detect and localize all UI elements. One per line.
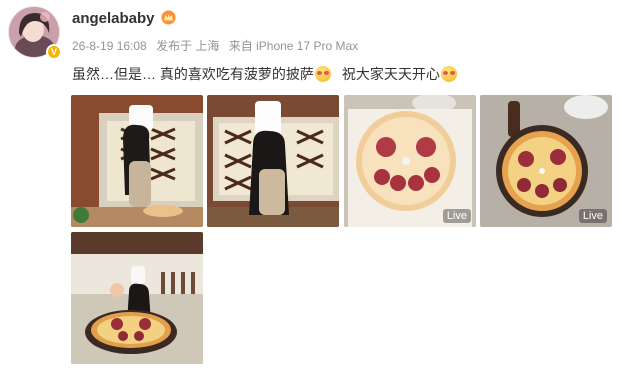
post-text-part2: 祝大家天天开心: [341, 66, 440, 82]
username[interactable]: angelababy: [72, 10, 155, 27]
post-text-part1: 虽然…但是… 真的喜欢吃有菠萝的披萨: [72, 66, 314, 82]
photo-5[interactable]: [71, 232, 203, 364]
photo-4[interactable]: Live: [480, 95, 612, 227]
live-badge: Live: [442, 209, 471, 223]
post-text: 虽然…但是… 真的喜欢吃有菠萝的披萨 祝大家天天开心: [72, 64, 460, 84]
photo-2[interactable]: [207, 95, 339, 227]
device-source: 来自 iPhone 17 Pro Max: [228, 39, 359, 53]
live-badge: Live: [578, 209, 607, 223]
photo-3[interactable]: Live: [344, 95, 476, 227]
vip-crown-icon[interactable]: [161, 10, 176, 25]
love-face-emoji: [314, 66, 331, 82]
avatar-wrap[interactable]: V: [8, 6, 62, 60]
weibo-post: V angelababy 26-8-19 16:08 发布于 上海 来自 iPh…: [0, 0, 622, 370]
love-face-emoji: [440, 66, 457, 82]
post-meta: 26-8-19 16:08 发布于 上海 来自 iPhone 17 Pro Ma…: [72, 37, 364, 54]
location[interactable]: 发布于 上海: [156, 39, 219, 53]
photo-1[interactable]: [71, 95, 203, 227]
timestamp[interactable]: 26-8-19 16:08: [72, 39, 147, 53]
verified-v-icon: V: [46, 44, 62, 60]
